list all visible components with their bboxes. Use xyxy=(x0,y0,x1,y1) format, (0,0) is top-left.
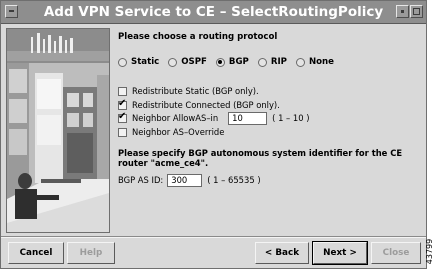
figure-number-text: 43799 xyxy=(425,238,435,265)
radio-none-indicator[interactable] xyxy=(295,57,305,67)
maximize-icon xyxy=(413,8,420,15)
redistribute-static-box[interactable] xyxy=(118,86,127,96)
cancel-button[interactable]: Cancel xyxy=(8,242,64,264)
radio-bgp-label[interactable]: BGP xyxy=(229,57,249,67)
radio-ospf-label[interactable]: OSPF xyxy=(181,57,207,67)
allowas-range-label: ( 1 – 10 ) xyxy=(272,113,310,123)
neighbor-as-override-box[interactable] xyxy=(118,127,127,137)
next-button[interactable]: Next > xyxy=(312,241,368,265)
redistribute-static-checkbox[interactable]: Redistribute Static (BGP only). xyxy=(118,85,259,97)
title-bar[interactable]: Add VPN Service to CE – SelectRoutingPol… xyxy=(1,1,426,24)
bgp-as-id-label: BGP AS ID: xyxy=(118,175,164,185)
radio-bgp-indicator[interactable] xyxy=(215,57,225,67)
minimize-button[interactable] xyxy=(396,5,409,18)
minimize-icon xyxy=(401,10,404,13)
redistribute-connected-box[interactable] xyxy=(118,98,127,110)
redistribute-connected-label[interactable]: Redistribute Connected (BGP only). xyxy=(132,100,280,110)
bgp-as-instruction: Please specify BGP autonomous system ide… xyxy=(118,148,403,168)
routing-protocol-heading: Please choose a routing protocol xyxy=(118,32,278,42)
office-scene-image xyxy=(7,29,109,232)
radio-static-indicator[interactable] xyxy=(118,57,127,67)
radio-rip-label[interactable]: RIP xyxy=(271,57,287,67)
wizard-dialog: Add VPN Service to CE – SelectRoutingPol… xyxy=(0,0,427,269)
radio-bgp[interactable]: BGP xyxy=(215,57,249,67)
maximize-button[interactable] xyxy=(410,5,423,18)
neighbor-allowas-checkbox[interactable]: Neighbor AllowAS–in 10 ( 1 – 10 ) xyxy=(118,111,310,125)
redistribute-connected-checkbox[interactable]: Redistribute Connected (BGP only). xyxy=(118,98,280,111)
protocol-radio-group: Static OSPF BGP RIP None xyxy=(118,57,340,69)
radio-static-label[interactable]: Static xyxy=(131,57,159,67)
window-title: Add VPN Service to CE – SelectRoutingPol… xyxy=(43,4,384,20)
footer-separator xyxy=(1,236,426,238)
help-button[interactable]: Help xyxy=(67,242,115,264)
neighbor-as-override-checkbox[interactable]: Neighbor AS–Override xyxy=(118,126,224,138)
bgp-as-id-row: BGP AS ID: 300 ( 1 – 65535 ) xyxy=(118,173,261,187)
bgp-as-id-field[interactable]: 300 xyxy=(167,173,203,187)
neighbor-as-override-label[interactable]: Neighbor AS–Override xyxy=(132,127,224,137)
bgp-as-id-range: ( 1 – 65535 ) xyxy=(207,175,261,185)
radio-static[interactable]: Static xyxy=(118,57,159,67)
allowas-count-field[interactable]: 10 xyxy=(228,111,268,125)
radio-rip[interactable]: RIP xyxy=(257,57,287,67)
radio-rip-indicator[interactable] xyxy=(257,57,267,67)
close-button[interactable]: Close xyxy=(371,242,421,264)
radio-none[interactable]: None xyxy=(295,57,334,67)
neighbor-allowas-box[interactable] xyxy=(118,111,127,123)
radio-ospf[interactable]: OSPF xyxy=(168,57,207,67)
radio-none-label[interactable]: None xyxy=(309,57,334,67)
radio-ospf-indicator[interactable] xyxy=(168,57,178,67)
neighbor-allowas-label[interactable]: Neighbor AllowAS–in xyxy=(132,113,218,123)
wizard-illustration xyxy=(6,28,110,233)
back-button[interactable]: < Back xyxy=(255,242,309,264)
figure-number: 43799 xyxy=(425,237,437,271)
redistribute-static-label[interactable]: Redistribute Static (BGP only). xyxy=(132,86,259,96)
